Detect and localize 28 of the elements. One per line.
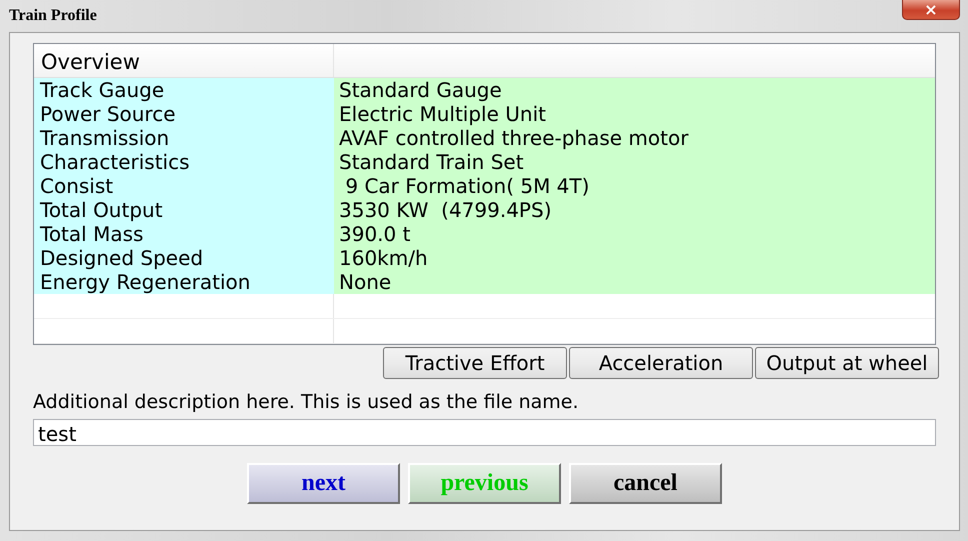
chart-button[interactable]: Acceleration — [569, 347, 753, 379]
dialog-button[interactable]: next — [247, 463, 400, 504]
row-label: Track Gauge — [34, 78, 334, 102]
row-value: AVAF controlled three-phase motor — [334, 126, 935, 150]
row-value: Standard Train Set — [334, 150, 935, 174]
dialog-button[interactable]: cancel — [569, 463, 722, 504]
row-value: 160km/h — [334, 246, 935, 270]
chart-button[interactable]: Tractive Effort — [383, 347, 567, 379]
row-label: Characteristics — [34, 150, 334, 174]
row-label: Total Mass — [34, 222, 334, 246]
row-label: Total Output — [34, 198, 334, 222]
row-label: Energy Regeneration — [34, 270, 334, 294]
row-value: Standard Gauge — [334, 78, 935, 102]
row-label: Power Source — [34, 102, 334, 126]
description-label: Additional description here. This is used as the file name. — [33, 390, 580, 415]
chart-button[interactable]: Output at wheel — [755, 347, 939, 379]
row-value: None — [334, 270, 935, 294]
row-value: 9 Car Formation( 5M 4T) — [334, 174, 935, 198]
row-label: Consist — [34, 174, 334, 198]
close-button[interactable]: × — [902, 0, 960, 20]
row-value: 390.0 t — [334, 222, 935, 246]
window-title: Train Profile — [9, 7, 97, 25]
row-value: 3530 KW (4799.4PS) — [334, 198, 935, 222]
row-label: Transmission — [34, 126, 334, 150]
row-label: Designed Speed — [34, 246, 334, 270]
column-header: Overview — [34, 44, 334, 77]
row-value: Electric Multiple Unit — [334, 102, 935, 126]
description-field[interactable]: test — [33, 419, 936, 446]
